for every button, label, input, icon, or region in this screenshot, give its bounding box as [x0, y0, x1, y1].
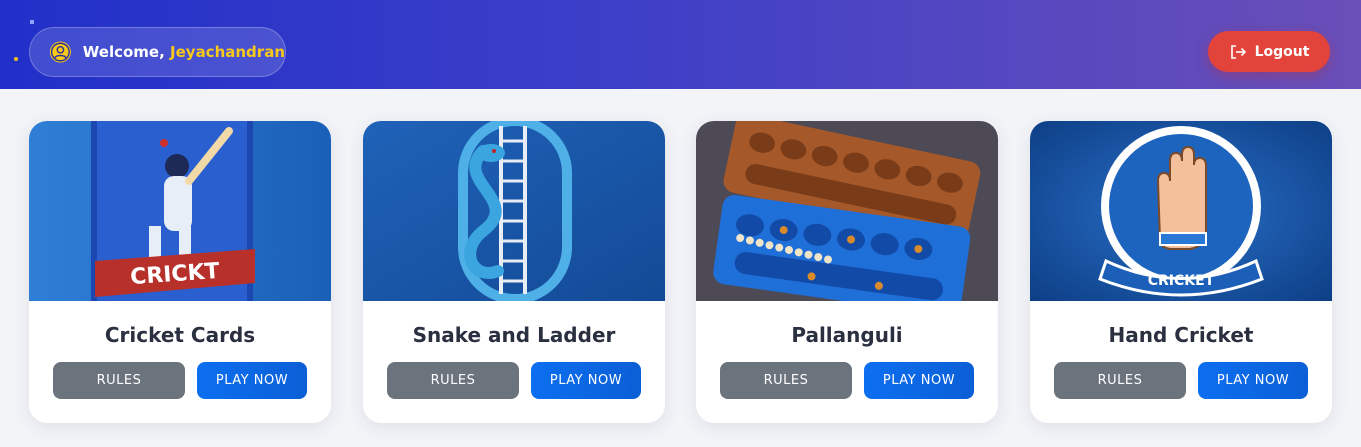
rules-button[interactable]: RULES	[53, 362, 185, 399]
card-art-text: CRICKET	[1148, 273, 1215, 289]
game-card-hand-cricket: CRICKET Hand Cricket RULES PLAY NOW	[1030, 121, 1332, 423]
game-card-pallanguli: Pallanguli RULES PLAY NOW	[696, 121, 998, 423]
logout-label: Logout	[1254, 43, 1310, 60]
logout-icon	[1230, 44, 1246, 59]
logout-button[interactable]: Logout	[1208, 31, 1330, 72]
user-circle-icon	[49, 41, 71, 63]
card-title: Cricket Cards	[104, 323, 256, 347]
play-now-button[interactable]: PLAY NOW	[864, 362, 974, 399]
play-now-button[interactable]: PLAY NOW	[1198, 362, 1308, 399]
pallanguli-board-image	[696, 121, 998, 301]
welcome-badge: Welcome, Jeyachandran	[29, 27, 286, 77]
game-card-cricket-cards: CRICKT Cricket Cards RULES PLAY NOW	[29, 121, 331, 423]
rules-button[interactable]: RULES	[1054, 362, 1186, 399]
cricket-card-image: CRICKT	[29, 121, 331, 301]
play-now-button[interactable]: PLAY NOW	[197, 362, 307, 399]
top-header: Welcome, Jeyachandran Logout	[0, 0, 1361, 89]
snake-ladder-image	[363, 121, 665, 301]
game-card-snake-and-ladder: Snake and Ladder RULES PLAY NOW	[363, 121, 665, 423]
play-now-button[interactable]: PLAY NOW	[531, 362, 641, 399]
rules-button[interactable]: RULES	[387, 362, 519, 399]
rules-button[interactable]: RULES	[720, 362, 852, 399]
decorative-dot	[14, 57, 18, 61]
welcome-prefix: Welcome,	[82, 43, 171, 61]
user-name: Jeyachandran	[170, 43, 285, 61]
card-title: Snake and Ladder	[412, 323, 616, 347]
card-title: Hand Cricket	[1108, 323, 1254, 347]
welcome-text: Welcome, Jeyachandran	[83, 43, 285, 61]
hand-cricket-image: CRICKET	[1030, 121, 1332, 301]
decorative-dot	[30, 20, 34, 24]
card-title: Pallanguli	[791, 323, 903, 347]
